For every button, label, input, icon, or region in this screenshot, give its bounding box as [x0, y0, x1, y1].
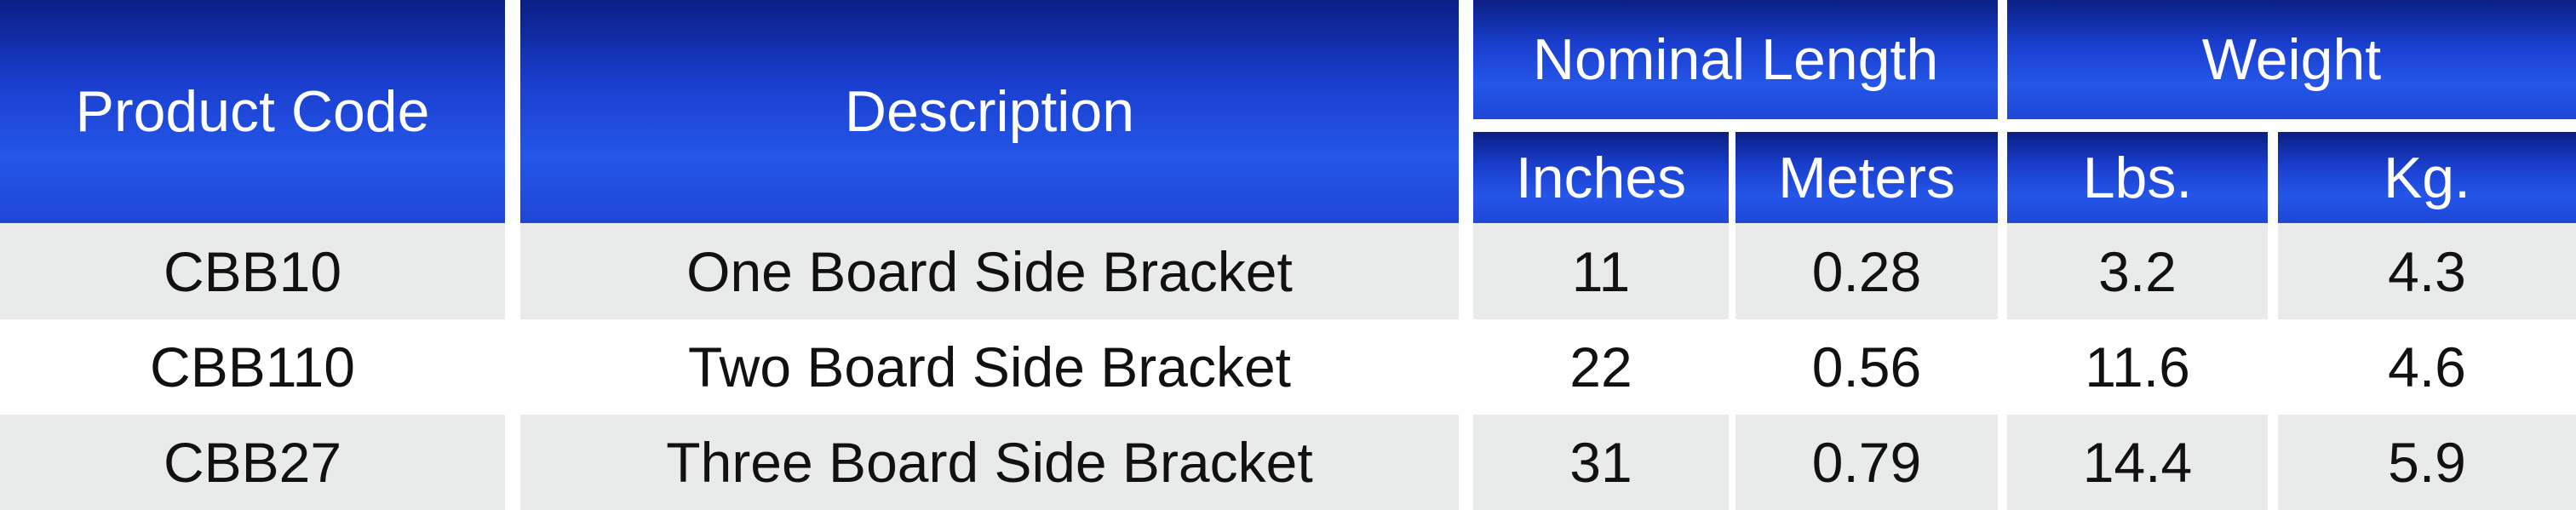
row-2-kg: 4.6: [2278, 319, 2576, 415]
row-3-kg: 5.9: [2278, 415, 2576, 510]
header-lbs: Lbs.: [2007, 132, 2268, 223]
row-1-inches: 11: [1473, 223, 1729, 319]
row-1-product-code: CBB10: [0, 223, 505, 319]
row-1-kg: 4.3: [2278, 223, 2576, 319]
row-1-description: One Board Side Bracket: [520, 223, 1459, 319]
header-kg: Kg.: [2278, 132, 2576, 223]
header-weight: Weight: [2007, 0, 2576, 119]
row-3-product-code: CBB27: [0, 415, 505, 510]
row-1-meters: 0.28: [1736, 223, 1998, 319]
product-spec-table: Product Code Description Nominal Length …: [0, 0, 2576, 510]
row-3-inches: 31: [1473, 415, 1729, 510]
header-product-code: Product Code: [0, 0, 505, 223]
header-inches: Inches: [1473, 132, 1729, 223]
row-2-meters: 0.56: [1736, 319, 1998, 415]
row-3-meters: 0.79: [1736, 415, 1998, 510]
header-meters: Meters: [1736, 132, 1998, 223]
row-3-lbs: 14.4: [2007, 415, 2268, 510]
row-2-description: Two Board Side Bracket: [520, 319, 1459, 415]
row-1-lbs: 3.2: [2007, 223, 2268, 319]
row-3-description: Three Board Side Bracket: [520, 415, 1459, 510]
row-2-lbs: 11.6: [2007, 319, 2268, 415]
row-2-inches: 22: [1473, 319, 1729, 415]
header-nominal-length: Nominal Length: [1473, 0, 1998, 119]
row-2-product-code: CBB110: [0, 319, 505, 415]
header-description: Description: [520, 0, 1459, 223]
